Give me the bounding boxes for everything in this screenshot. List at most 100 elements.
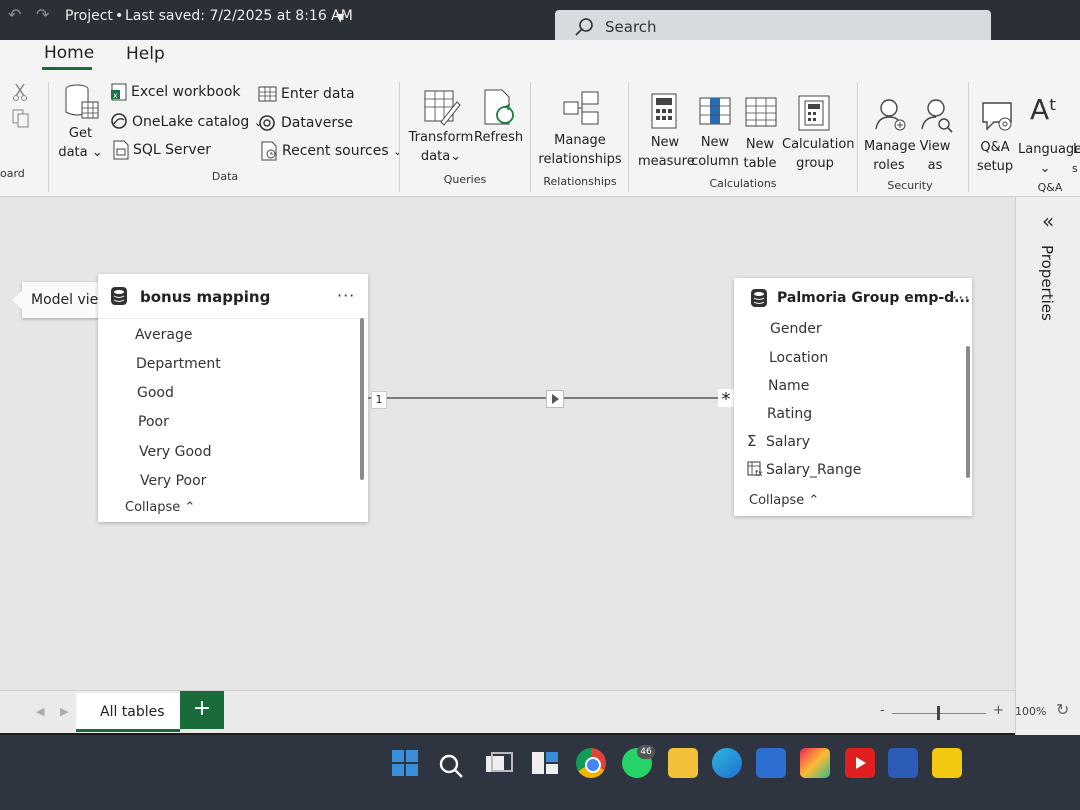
field-item[interactable]: Salary: [766, 434, 810, 450]
field-item[interactable]: Salary_Range: [766, 462, 861, 478]
new-table-line2: table: [743, 156, 777, 171]
manage-relationships-button[interactable]: Manage relationships: [538, 131, 622, 169]
enter-data-button[interactable]: Enter data: [281, 86, 355, 102]
qa-setup-icon[interactable]: [980, 100, 1016, 134]
view-as-line1: View: [919, 139, 951, 154]
edge-icon[interactable]: [712, 748, 742, 778]
tab-all-tables[interactable]: All tables: [76, 693, 180, 732]
field-item[interactable]: Very Poor: [140, 473, 206, 489]
tab-help[interactable]: Help: [126, 44, 165, 64]
field-item[interactable]: Good: [137, 385, 174, 401]
more-options-icon[interactable]: ···: [337, 286, 355, 305]
table-icon: [751, 289, 767, 307]
transform-data-button[interactable]: Transform data⌄: [408, 128, 474, 166]
manage-roles-button[interactable]: Manage roles: [864, 137, 916, 175]
qa-setup-button[interactable]: Q&A setup: [974, 138, 1016, 176]
excel-workbook-button[interactable]: Excel workbook: [131, 84, 241, 100]
chrome-icon[interactable]: [576, 748, 606, 778]
refresh-button[interactable]: Refresh: [474, 128, 523, 147]
field-item[interactable]: Name: [768, 378, 809, 394]
task-view-icon[interactable]: [482, 748, 513, 778]
calculator-icon[interactable]: [650, 92, 678, 130]
word-icon[interactable]: [888, 748, 918, 778]
field-item[interactable]: Rating: [767, 406, 812, 422]
field-item[interactable]: Department: [136, 356, 221, 372]
view-as-button[interactable]: View as: [916, 137, 954, 175]
refresh-icon[interactable]: [482, 88, 518, 128]
recent-sources-button[interactable]: Recent sources ⌄: [282, 143, 402, 159]
manage-roles-icon[interactable]: [874, 97, 908, 133]
field-item[interactable]: Average: [135, 327, 193, 343]
calculation-group-icon[interactable]: [797, 94, 831, 132]
copy-icon[interactable]: [10, 108, 32, 130]
cardinality-one: 1: [371, 391, 387, 409]
file-explorer-icon[interactable]: [668, 748, 698, 778]
project-title: Project: [65, 8, 113, 24]
cut-icon[interactable]: [10, 82, 30, 102]
calculation-group-button[interactable]: Calculation group: [782, 135, 855, 173]
collapse-button[interactable]: Collapse ⌃: [125, 500, 195, 515]
sql-server-button[interactable]: SQL Server: [133, 142, 211, 158]
chevron-down-icon[interactable]: ▼: [336, 11, 344, 24]
new-table-icon[interactable]: [744, 96, 778, 128]
recent-sources-label: Recent sources: [282, 143, 389, 159]
table-title: bonus mapping: [140, 288, 271, 306]
cross-filter-arrow-icon[interactable]: [546, 390, 564, 408]
more-options-icon[interactable]: ···: [952, 288, 970, 307]
youtube-icon[interactable]: [845, 748, 875, 778]
snipping-tool-icon[interactable]: [800, 748, 830, 778]
store-icon[interactable]: [756, 748, 786, 778]
zoom-in-button[interactable]: +: [993, 703, 1004, 718]
get-data-button[interactable]: Get data ⌄: [58, 124, 103, 162]
field-item[interactable]: Poor: [138, 414, 169, 430]
tooltip-arrow: [12, 291, 22, 309]
field-item[interactable]: Gender: [770, 321, 822, 337]
security-group-label: Security: [887, 179, 933, 192]
search-placeholder: Search: [605, 18, 657, 36]
scrollbar[interactable]: [360, 318, 364, 480]
properties-label[interactable]: Properties: [1038, 245, 1056, 321]
zoom-slider-thumb[interactable]: [937, 706, 940, 720]
manage-rel-line1: Manage: [554, 133, 606, 148]
onelake-catalog-button[interactable]: OneLake catalog ⌄: [132, 114, 263, 130]
dataverse-icon: [259, 115, 275, 131]
undo-icon[interactable]: ↶: [8, 5, 21, 24]
search-icon[interactable]: [437, 752, 465, 780]
clipboard-group-label: oard: [0, 167, 25, 180]
collapse-button[interactable]: Collapse ⌃: [749, 493, 819, 508]
power-bi-icon[interactable]: [932, 748, 962, 778]
field-item[interactable]: Very Good: [139, 444, 211, 460]
collapse-pane-icon[interactable]: «: [1042, 209, 1054, 233]
new-column-button[interactable]: New column: [690, 133, 740, 171]
divider: [968, 82, 969, 192]
divider: [48, 82, 49, 192]
relationships-group-label: Relationships: [543, 175, 617, 188]
divider: [628, 82, 629, 192]
view-as-icon[interactable]: [920, 97, 954, 133]
relationships-icon[interactable]: [562, 90, 602, 128]
transform-data-icon[interactable]: [423, 88, 461, 128]
new-column-icon[interactable]: [698, 96, 732, 126]
zoom-out-button[interactable]: -: [880, 703, 885, 718]
scroll-right-icon[interactable]: ▶: [60, 705, 68, 718]
new-measure-button[interactable]: New measure: [638, 133, 695, 171]
svg-text:fx: fx: [755, 469, 763, 477]
table-card-bonus-mapping[interactable]: bonus mapping ··· Average Department Goo…: [98, 274, 368, 522]
new-table-button[interactable]: New table: [742, 135, 778, 173]
language-icon[interactable]: Aᵗ: [1030, 96, 1057, 124]
table-card-palmoria-group[interactable]: Palmoria Group emp-d... ··· Gender Locat…: [734, 278, 972, 516]
last-saved-text: Last saved: 7/2/2025 at 8:16 AM: [125, 8, 353, 24]
add-layout-button[interactable]: +: [180, 691, 224, 729]
scroll-left-icon[interactable]: ◀: [36, 705, 44, 718]
dataverse-button[interactable]: Dataverse: [281, 115, 353, 131]
widgets-icon[interactable]: [530, 748, 560, 778]
sql-server-icon: [113, 140, 129, 160]
fit-to-screen-icon[interactable]: ↻: [1056, 700, 1069, 719]
windows-start-icon[interactable]: [390, 748, 420, 778]
language-button[interactable]: Language ⌄: [1018, 140, 1080, 178]
scrollbar[interactable]: [966, 346, 970, 478]
qa-group-label: Q&A: [1037, 181, 1063, 194]
redo-icon[interactable]: ↷: [36, 5, 49, 24]
field-item[interactable]: Location: [769, 350, 828, 366]
tab-home[interactable]: Home: [44, 43, 94, 63]
